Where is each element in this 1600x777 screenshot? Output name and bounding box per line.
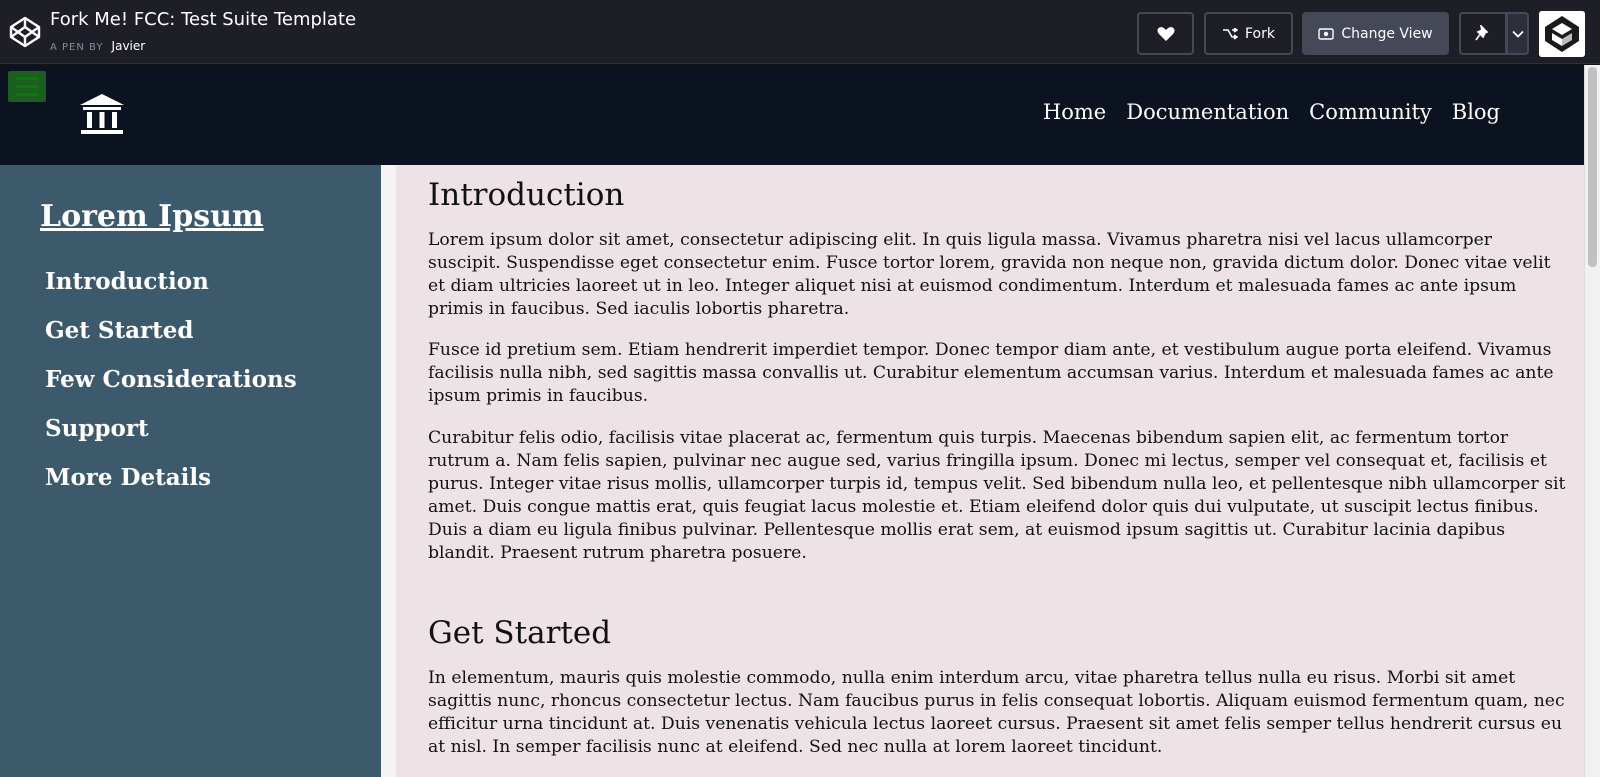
- love-button[interactable]: [1137, 12, 1194, 55]
- menu-toggle-button[interactable]: [8, 71, 46, 102]
- by-label: A PEN BY: [50, 42, 104, 53]
- pen-title[interactable]: Fork Me! FCC: Test Suite Template: [50, 9, 356, 30]
- sidebar-item-few-considerations[interactable]: Few Considerations: [45, 365, 297, 414]
- fork-button[interactable]: Fork: [1204, 12, 1293, 55]
- nav-link-documentation[interactable]: Documentation: [1126, 100, 1289, 124]
- intro-paragraph: Curabitur felis odio, facilisis vitae pl…: [428, 428, 1566, 563]
- hamburger-bar: [15, 77, 39, 80]
- pin-icon: [1475, 24, 1489, 40]
- intro-paragraph: Fusce id pretium sem. Etiam hendrerit im…: [428, 340, 1554, 406]
- hamburger-bar: [15, 85, 39, 88]
- avatar-image: [1539, 11, 1585, 57]
- page-scrollbar[interactable]: [1584, 65, 1600, 777]
- change-view-label: Change View: [1341, 25, 1433, 42]
- codepen-logo-icon[interactable]: [8, 15, 42, 49]
- site-navbar: Home Documentation Community Blog: [0, 65, 1584, 165]
- sidebar-item-introduction[interactable]: Introduction: [45, 267, 297, 316]
- sidebar-divider: [381, 165, 396, 777]
- section-title-introduction: Introduction: [428, 177, 625, 213]
- codepen-header: Fork Me! FCC: Test Suite Template A PEN …: [0, 0, 1600, 64]
- sidebar-list: Introduction Get Started Few Considerati…: [45, 267, 297, 512]
- pin-button[interactable]: [1459, 12, 1507, 55]
- bank-icon[interactable]: [78, 92, 126, 136]
- site-nav-links: Home Documentation Community Blog: [1043, 100, 1500, 124]
- fork-icon: [1223, 27, 1238, 40]
- pen-preview: Home Documentation Community Blog Lorem …: [0, 65, 1600, 777]
- main-content: Introduction Lorem ipsum dolor sit amet,…: [428, 175, 1568, 759]
- chevron-down-icon: [1511, 30, 1524, 38]
- nav-link-home[interactable]: Home: [1043, 100, 1106, 124]
- user-avatar[interactable]: [1539, 11, 1585, 57]
- nav-link-blog[interactable]: Blog: [1452, 100, 1500, 124]
- section-title-get-started: Get Started: [428, 615, 612, 651]
- author-link[interactable]: Javier: [112, 39, 146, 53]
- pin-dropdown-button[interactable]: [1506, 12, 1529, 55]
- eye-icon: [1318, 27, 1335, 40]
- heart-icon: [1157, 26, 1174, 41]
- sidebar-title[interactable]: Lorem Ipsum: [40, 199, 264, 234]
- intro-paragraph: Lorem ipsum dolor sit amet, consectetur …: [428, 230, 1551, 319]
- sidebar-item-more-details[interactable]: More Details: [45, 463, 297, 512]
- nav-link-community[interactable]: Community: [1309, 100, 1432, 124]
- fork-label: Fork: [1245, 25, 1275, 42]
- pen-byline: A PEN BY Javier: [50, 35, 145, 54]
- sidebar-item-support[interactable]: Support: [45, 414, 297, 463]
- scrollbar-thumb[interactable]: [1588, 67, 1597, 267]
- sidebar-item-get-started[interactable]: Get Started: [45, 316, 297, 365]
- hamburger-bar: [15, 93, 39, 96]
- get-started-paragraph: In elementum, mauris quis molestie commo…: [428, 668, 1565, 757]
- change-view-button[interactable]: Change View: [1302, 12, 1449, 55]
